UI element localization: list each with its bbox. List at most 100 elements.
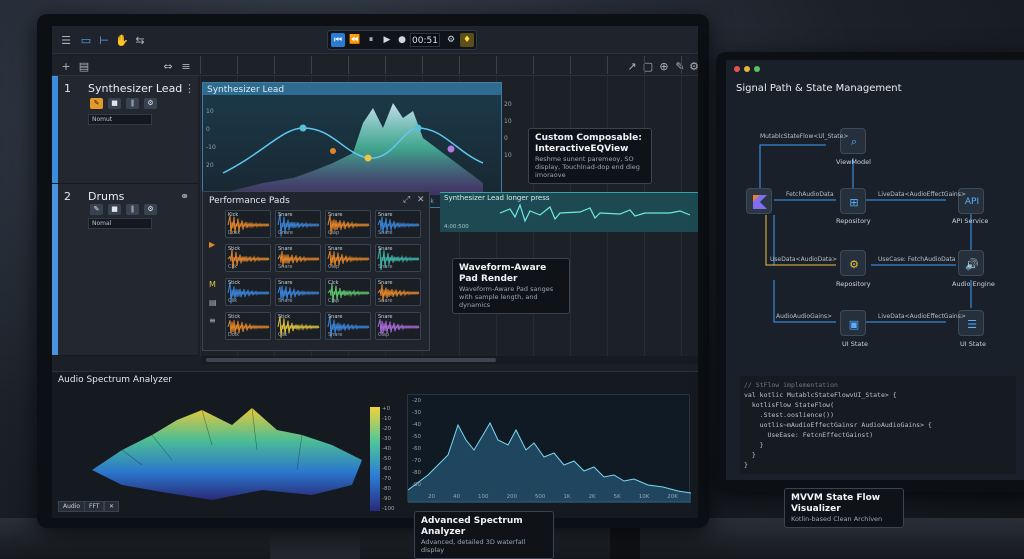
edit-icon[interactable]: ✎ <box>90 98 103 109</box>
gear-icon: ⚙ <box>849 257 859 271</box>
code-line: uotlis~mAudioEffectGainsr AudioAudioGain… <box>744 421 932 429</box>
axis-tick-label: -90 <box>412 482 421 488</box>
doc-icon[interactable]: ▤ <box>209 298 217 307</box>
lead-lane-clip[interactable]: Synthesizer Lead longer press 4:00:500 <box>440 192 698 232</box>
audio-button[interactable]: Audio <box>58 501 86 512</box>
mvvm-callout-subtitle: Kotlin-based Clean Archiven <box>791 515 883 523</box>
performance-pad[interactable]: Snare Snare <box>325 312 371 340</box>
eq-node-2[interactable] <box>364 154 372 162</box>
performance-pad[interactable]: Snare Snare <box>275 244 321 272</box>
performance-pad[interactable]: Snare Snare <box>375 278 421 306</box>
midi-icon[interactable]: M <box>209 280 216 289</box>
performance-pad[interactable]: Snare Clap <box>375 312 421 340</box>
performance-pad[interactable]: Snare Clap <box>325 244 371 272</box>
spectrum-analyzer-section: Audio Spectrum Analyzer +0 -10 -20 -30 -40 -5… <box>52 371 698 518</box>
add-track-icon[interactable]: + <box>58 58 74 74</box>
kotlin-node[interactable] <box>746 188 772 214</box>
stop-icon[interactable]: ■ <box>108 98 121 109</box>
folder-add-icon[interactable]: ▤ <box>76 58 92 74</box>
bars-icon[interactable]: ∥ <box>126 98 139 109</box>
folder-icon[interactable]: ▭ <box>78 32 94 48</box>
track-name: Drums <box>88 190 125 203</box>
eq-node-4[interactable] <box>447 145 455 153</box>
fft-button[interactable]: FFT <box>84 501 105 512</box>
performance-pad[interactable]: Snare Gnare <box>275 210 321 238</box>
track-number: 2 <box>64 190 71 203</box>
play-pads-icon[interactable]: ▶ <box>209 240 215 249</box>
list-icon[interactable]: ≡ <box>209 316 216 325</box>
loop-icon[interactable]: ⇆ <box>132 32 148 48</box>
stop-icon[interactable]: ■ <box>108 204 121 215</box>
spectrum-title: Audio Spectrum Analyzer <box>58 375 173 385</box>
scrollbar-thumb[interactable] <box>206 358 496 362</box>
time-display: 00:51 <box>410 33 440 47</box>
axis-tick-label: -100 <box>382 506 395 512</box>
hand-icon[interactable]: ✋ <box>114 32 130 48</box>
eq-node-5[interactable] <box>330 148 336 154</box>
viewmodel-node[interactable]: ⌕ <box>840 128 866 154</box>
record-icon[interactable]: ● <box>395 33 409 47</box>
horizontal-scrollbar[interactable] <box>202 356 698 364</box>
daw-window: ☰ ▭ ⊢ ✋ ⇆ ⏮ ⏪ ⏸ ▶ ● 00:51 ⚙ ♦ + ▤ ⇔ ≡ ↗ … <box>52 26 698 518</box>
track-mode-dropdown[interactable]: Nomal <box>88 218 152 229</box>
bars-icon[interactable]: ∥ <box>126 204 139 215</box>
performance-pad[interactable]: Snare Snare <box>375 210 421 238</box>
track-settings-icon[interactable]: ⚙ <box>144 98 157 109</box>
performance-pad[interactable]: Snare Snare <box>275 278 321 306</box>
axis-tick-label: 200 <box>506 494 517 500</box>
close-icon[interactable]: ✕ <box>417 195 425 205</box>
track-color-stripe <box>52 76 58 183</box>
performance-pad[interactable]: Stick Clik <box>225 278 271 306</box>
track-header-synth[interactable]: 1 Synthesizer Lead ⋮ ✎ ■ ∥ ⚙ Nomut <box>52 76 198 184</box>
api-label: API Service <box>952 217 989 225</box>
timeline-ruler[interactable] <box>200 56 698 74</box>
ui-left-node[interactable]: ▣ <box>840 310 866 336</box>
snap-icon[interactable]: ⇔ <box>160 58 176 74</box>
play-icon[interactable]: ▶ <box>380 33 394 47</box>
color-scale-bar <box>370 407 380 511</box>
performance-pad[interactable]: Stick Clik <box>225 244 271 272</box>
menu-icon[interactable]: ☰ <box>58 32 74 48</box>
route-icon[interactable]: ⊢ <box>96 32 112 48</box>
pad-label: Snare <box>328 212 343 218</box>
track-header-drums[interactable]: 2 Drums ⚭ ✎ ■ ∥ ⚙ Nomal <box>52 184 198 356</box>
eq-node-3[interactable] <box>414 124 422 132</box>
spectrum-2d-graph[interactable]: -20 -30 -40 -50 -60 -70 -80 -90 20 40 100 200 500 1K… <box>407 394 691 503</box>
expand-icon[interactable]: ⤢ <box>403 195 410 205</box>
code-line: .Stest.ooslience()) <box>744 411 835 419</box>
performance-pad[interactable]: Kick Dosk <box>225 210 271 238</box>
viewmodel-label: ViewModel <box>836 158 871 166</box>
pad-callout-subtitle: Waveform-Aware Pad sanges with sample le… <box>459 285 554 309</box>
pad-label: Stick <box>228 280 241 286</box>
synth-clip[interactable]: Synthesizer Lead 100-1020 20501002005001… <box>202 82 502 208</box>
pad-sublabel: Gnare <box>278 230 294 236</box>
pause-icon[interactable]: ⏸ <box>364 33 378 47</box>
axis-tick-label: -80 <box>382 486 391 492</box>
repository-top-node[interactable]: ⊞ <box>840 188 866 214</box>
track-settings-icon[interactable]: ⚙ <box>144 204 157 215</box>
track-mode-dropdown[interactable]: Nomut <box>88 114 152 125</box>
settings-icon[interactable]: ⚙ <box>444 33 458 47</box>
performance-pad[interactable]: Clck Clap <box>325 278 371 306</box>
metronome-icon[interactable]: ♦ <box>460 33 474 47</box>
repository-mid-node[interactable]: ⚙ <box>840 250 866 276</box>
axis-tick-label: 20 <box>206 162 214 169</box>
edge-label-usedata: UseData<AudioData> <box>770 256 837 263</box>
performance-pad[interactable]: Snare Snare <box>375 244 421 272</box>
performance-pad[interactable]: Stick Cllk <box>275 312 321 340</box>
edit-icon[interactable]: ✎ <box>90 204 103 215</box>
waterfall-3d-display[interactable] <box>82 390 382 510</box>
performance-pad[interactable]: Snare Clap <box>325 210 371 238</box>
more-icon[interactable]: ⋮ <box>184 82 195 95</box>
rewind-start-icon[interactable]: ⏮ <box>331 33 345 47</box>
link-icon[interactable]: ⚭ <box>180 190 189 203</box>
skip-back-icon[interactable]: ⏪ <box>348 33 362 47</box>
pad-label: Stick <box>228 246 241 252</box>
close-icon[interactable]: ✕ <box>104 501 120 512</box>
list-icon[interactable]: ≡ <box>178 58 194 74</box>
engine-node[interactable]: 🔊 <box>958 250 984 276</box>
eq-node-1[interactable] <box>299 124 307 132</box>
axis-tick-label: -90 <box>382 496 391 502</box>
performance-pad[interactable]: Stick Dolk <box>225 312 271 340</box>
track-color-stripe <box>52 184 58 355</box>
